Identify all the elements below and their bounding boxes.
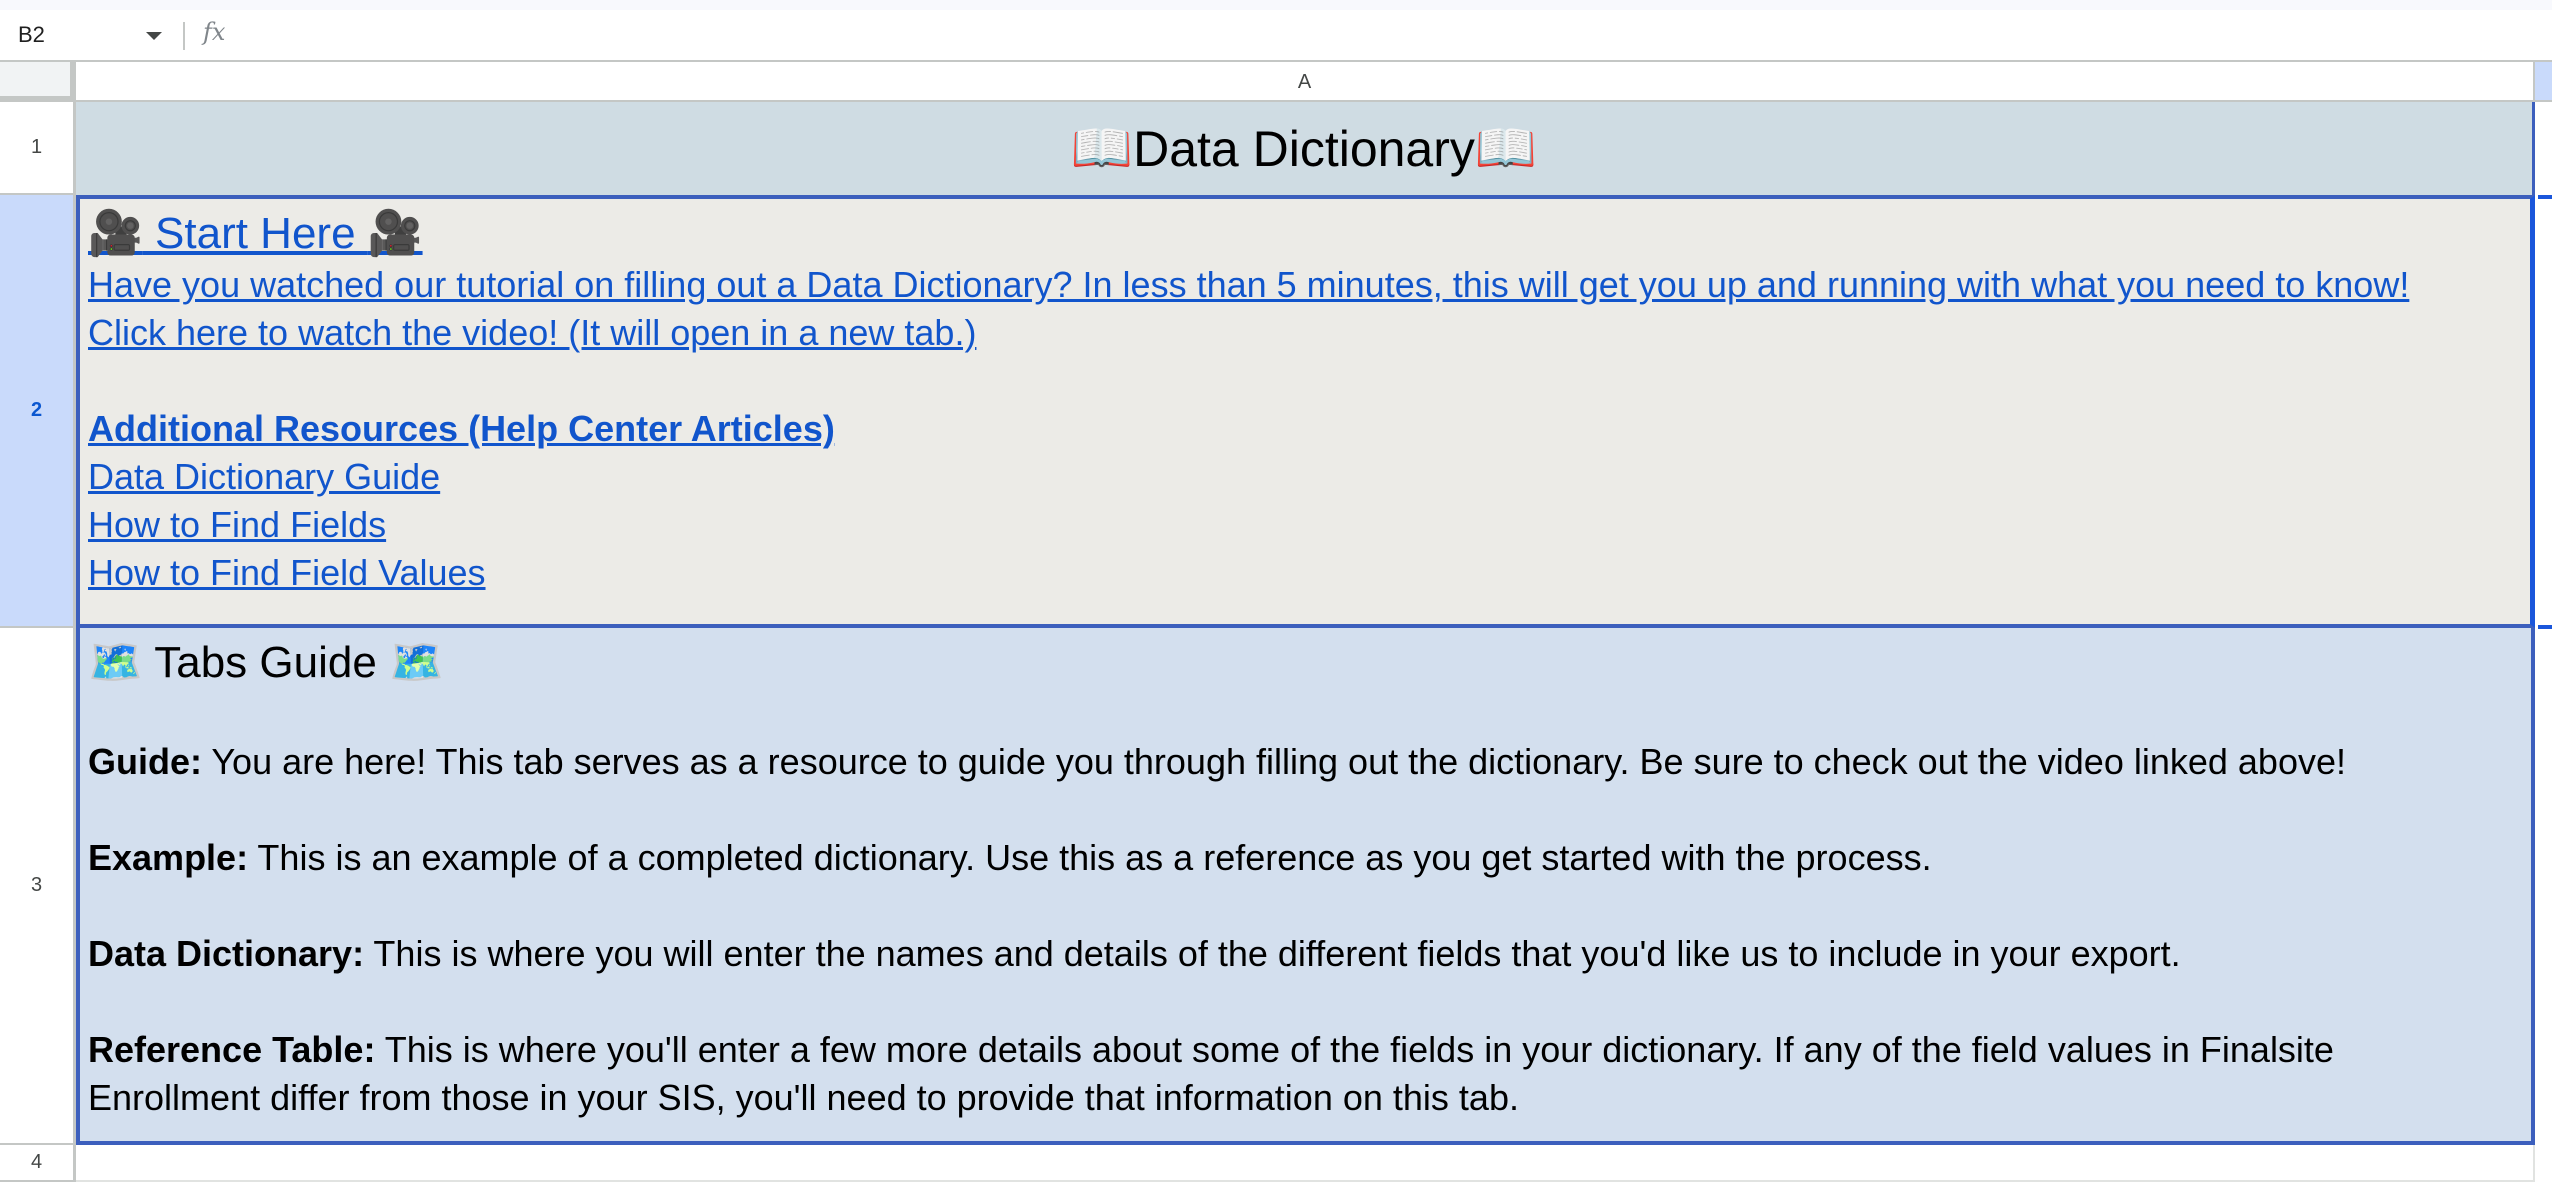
column-header-a[interactable]: A [76, 62, 2535, 102]
entry-term: Reference Table: [88, 1029, 376, 1070]
entry-text: This is an example of a completed dictio… [248, 837, 1932, 878]
divider [183, 22, 185, 50]
column-header-b[interactable] [2535, 62, 2552, 102]
cell-a2-resources[interactable]: 🎥 Start Here 🎥 Have you watched our tuto… [76, 195, 2535, 628]
data-dictionary-guide-link[interactable]: Data Dictionary Guide [88, 453, 2530, 501]
entry-text: This is where you'll enter a few more de… [88, 1029, 2334, 1118]
row-header-1[interactable]: 1 [0, 102, 76, 195]
name-box-dropdown-icon[interactable] [146, 32, 162, 40]
cell-a1-title[interactable]: 📖 Data Dictionary 📖 [76, 102, 2535, 195]
tabs-guide-label: Tabs Guide [142, 638, 390, 687]
tutorial-link[interactable]: Have you watched our tutorial on filling… [88, 261, 2530, 309]
start-here-link[interactable]: 🎥 Start Here 🎥 [88, 207, 2530, 261]
data-dictionary-entry: Data Dictionary: This is where you will … [88, 930, 2531, 978]
formula-bar: B2 fx [0, 10, 2552, 62]
row-header-4[interactable]: 4 [0, 1145, 76, 1182]
open-book-icon: 📖 [1070, 119, 1134, 177]
row-header-2[interactable]: 2 [0, 195, 76, 628]
cell-a3-tabs-guide[interactable]: 🗺️ Tabs Guide 🗺️ Guide: You are here! Th… [76, 628, 2535, 1145]
start-here-label: Start Here [142, 209, 368, 258]
world-map-icon: 🗺️ [88, 637, 143, 688]
entry-term: Data Dictionary: [88, 933, 365, 974]
sheet-title: Data Dictionary [1133, 120, 1475, 177]
tabs-guide-heading: 🗺️ Tabs Guide 🗺️ [88, 636, 2531, 690]
row-header-3[interactable]: 3 [0, 628, 76, 1145]
entry-term: Guide: [88, 741, 202, 782]
guide-entry: Guide: You are here! This tab serves as … [88, 738, 2531, 786]
entry-text: This is where you will enter the names a… [364, 933, 2181, 974]
movie-camera-icon: 🎥 [88, 208, 143, 259]
fx-icon: fx [203, 18, 226, 46]
formula-input[interactable] [240, 18, 2542, 54]
cell-a4[interactable] [76, 1145, 2535, 1182]
movie-camera-icon: 🎥 [367, 208, 423, 259]
top-strip [0, 0, 2552, 10]
entry-text: You are here! This tab serves as a resou… [202, 741, 2346, 782]
reference-table-entry: Reference Table: This is where you'll en… [88, 1026, 2531, 1122]
select-all-corner[interactable] [0, 62, 76, 102]
how-to-find-fields-link[interactable]: How to Find Fields [88, 501, 2530, 549]
selection-border-bottom [2538, 625, 2552, 629]
world-map-icon: 🗺️ [389, 637, 444, 688]
how-to-find-field-values-link[interactable]: How to Find Field Values [88, 549, 2530, 597]
open-book-icon: 📖 [1474, 119, 1538, 177]
name-box-value: B2 [18, 22, 45, 47]
entry-term: Example: [88, 837, 249, 878]
selection-border-top [2538, 195, 2552, 199]
additional-resources-link[interactable]: Additional Resources (Help Center Articl… [88, 405, 2530, 453]
watch-video-link[interactable]: Click here to watch the video! (It will … [88, 309, 2530, 357]
example-entry: Example: This is an example of a complet… [88, 834, 2531, 882]
